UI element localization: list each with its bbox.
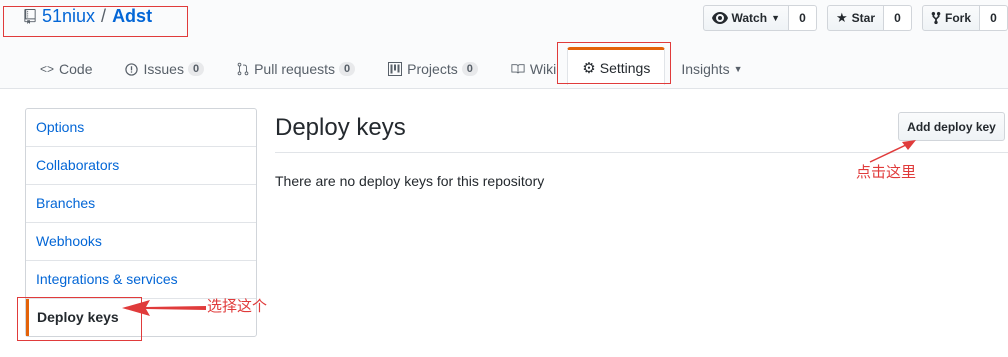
sidebar-item-options[interactable]: Options	[26, 109, 256, 147]
issues-counter: 0	[187, 62, 205, 76]
star-group: ★ Star 0	[826, 5, 912, 31]
tab-insights[interactable]: Insights ▼	[681, 52, 742, 86]
annotation-arrow-deploy	[122, 300, 206, 316]
pull-request-icon	[237, 62, 249, 76]
tab-issues[interactable]: Issues 0	[125, 52, 205, 86]
sidebar-item-branches[interactable]: Branches	[26, 185, 256, 223]
star-button[interactable]: ★ Star	[826, 5, 884, 31]
tab-issues-label: Issues	[143, 61, 184, 77]
tab-wiki-label: Wiki	[529, 61, 557, 77]
chevron-down-icon: ▼	[771, 13, 780, 23]
watch-count[interactable]: 0	[788, 5, 817, 31]
issue-icon	[125, 62, 139, 76]
watch-label: Watch	[731, 11, 768, 25]
annotation-select-this: 选择这个	[207, 297, 268, 315]
fork-group: Fork 0	[921, 5, 1008, 31]
book-icon	[511, 64, 525, 74]
tab-projects-label: Projects	[407, 61, 458, 77]
repo-actions: Watch ▼ 0 ★ Star 0 Fork 0	[693, 5, 1008, 31]
page-title: Deploy keys	[275, 114, 406, 141]
sidebar-item-collaborators[interactable]: Collaborators	[26, 147, 256, 185]
tab-pull-requests[interactable]: Pull requests 0	[237, 52, 356, 86]
annotation-box-settings	[557, 42, 671, 84]
fork-icon	[931, 11, 941, 25]
chevron-down-icon: ▼	[733, 64, 743, 74]
eye-icon	[711, 12, 728, 24]
sidebar-item-webhooks[interactable]: Webhooks	[26, 223, 256, 261]
fork-count[interactable]: 0	[980, 5, 1008, 31]
sidebar-item-integrations[interactable]: Integrations & services	[26, 261, 256, 299]
fork-button[interactable]: Fork	[921, 5, 980, 31]
add-deploy-key-button[interactable]: Add deploy key	[898, 112, 1005, 141]
pulls-counter: 0	[339, 62, 356, 76]
empty-state-message: There are no deploy keys for this reposi…	[275, 173, 545, 189]
project-icon	[388, 62, 403, 76]
tab-projects[interactable]: Projects 0	[388, 52, 478, 86]
star-label: Star	[851, 11, 875, 25]
watch-button[interactable]: Watch ▼	[702, 5, 789, 31]
tab-code[interactable]: <> Code	[40, 52, 92, 86]
tab-wiki[interactable]: Wiki	[511, 52, 556, 86]
star-count[interactable]: 0	[883, 5, 912, 31]
star-icon: ★	[835, 10, 848, 25]
annotation-click-here: 点击这里	[856, 163, 917, 181]
projects-counter: 0	[461, 62, 478, 76]
fork-label: Fork	[944, 11, 971, 25]
code-icon: <>	[40, 62, 55, 76]
annotation-box-repo	[3, 6, 188, 37]
tab-pull-requests-label: Pull requests	[254, 61, 336, 77]
watch-group: Watch ▼ 0	[702, 5, 817, 31]
tab-insights-label: Insights	[681, 61, 730, 77]
tab-code-label: Code	[59, 61, 93, 77]
